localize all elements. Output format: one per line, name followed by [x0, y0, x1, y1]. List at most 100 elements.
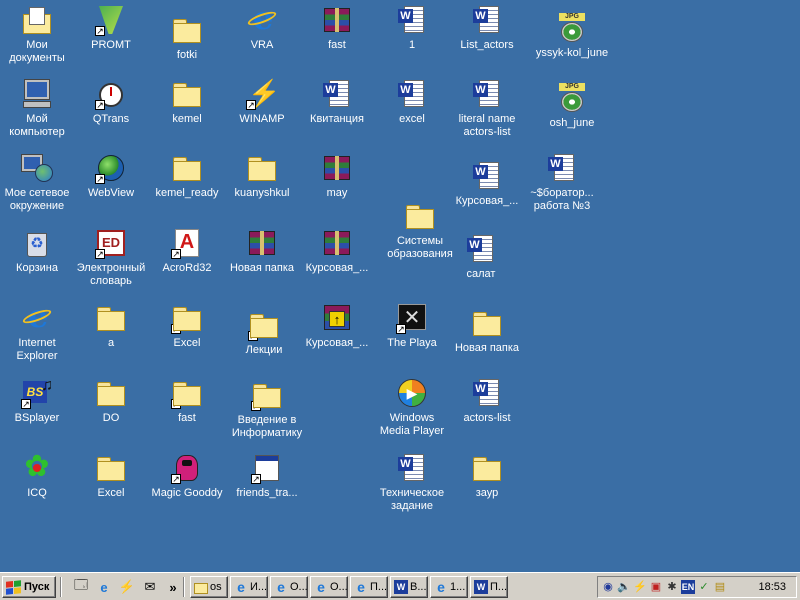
- taskbar-window-button[interactable]: e П...: [350, 576, 388, 598]
- internet-explorer-icon: e: [357, 579, 365, 595]
- internet-explorer-icon: e: [317, 579, 325, 595]
- desktop-icon[interactable]: ↗ QTrans: [73, 78, 149, 126]
- notes-icon[interactable]: ▤: [713, 580, 727, 594]
- quick-launch-outlook-icon[interactable]: ✉: [141, 578, 159, 596]
- desktop-icon[interactable]: ↗ PROMT: [73, 4, 149, 52]
- taskbar-window-button[interactable]: e О...: [310, 576, 348, 598]
- desktop-icon[interactable]: Excel: [73, 452, 149, 500]
- desktop-icon[interactable]: ↗ fast: [149, 377, 225, 425]
- desktop-icon[interactable]: Windows Media Player: [374, 377, 450, 438]
- start-button[interactable]: Пуск: [2, 576, 56, 598]
- desktop-icon[interactable]: Мой компьютер: [0, 78, 75, 139]
- desktop-icon[interactable]: kemel_ready: [149, 152, 225, 200]
- taskbar-window-button[interactable]: W П...: [470, 576, 508, 598]
- desktop-icon[interactable]: fotki: [149, 14, 225, 62]
- desktop-icon[interactable]: ↗ WebView: [73, 152, 149, 200]
- globe-icon: ↗: [95, 152, 127, 184]
- desktop-icon[interactable]: kuanyshkul: [224, 152, 300, 200]
- folder-icon: [404, 200, 436, 232]
- taskbar-window-button[interactable]: os: [190, 576, 228, 598]
- shortcut-arrow-icon: ↗: [95, 174, 105, 184]
- desktop-icon-label: VRA: [250, 39, 274, 51]
- quick-launch-internet-explorer-icon[interactable]: e: [95, 578, 113, 596]
- desktop-icon[interactable]: excel: [374, 78, 450, 126]
- word-document-icon: [471, 160, 503, 192]
- office-icon[interactable]: ▣: [649, 580, 663, 594]
- desktop-icon[interactable]: Курсовая_...: [299, 302, 375, 350]
- desktop-icon[interactable]: Новая папка: [224, 227, 300, 275]
- taskbar-window-button[interactable]: e И...: [230, 576, 268, 598]
- desktop-icon[interactable]: ↗ WINAMP: [224, 78, 300, 126]
- desktop-icon[interactable]: osh_june: [534, 82, 610, 130]
- desktop-icon[interactable]: ↗ BSplayer: [0, 377, 75, 425]
- desktop-icon-label: Техническое задание: [379, 487, 445, 512]
- desktop-icon[interactable]: 1: [374, 4, 450, 52]
- desktop-icon-label: Курсовая_...: [305, 337, 369, 349]
- desktop-icon-label: Лекции: [245, 344, 283, 356]
- desktop-icon[interactable]: ↗ Excel: [149, 302, 225, 350]
- shortcut-arrow-icon: ↗: [251, 401, 261, 411]
- desktop-icon[interactable]: literal name actors-list: [449, 78, 525, 139]
- desktop-icon[interactable]: ↗ AcroRd32: [149, 227, 225, 275]
- desktop-icon[interactable]: Корзина: [0, 227, 75, 275]
- shield-icon[interactable]: ✓: [697, 580, 711, 594]
- taskbar-window-button[interactable]: W В...: [390, 576, 428, 598]
- desktop-icon-label: The Playa: [387, 337, 437, 349]
- shortcut-arrow-icon: ↗: [251, 474, 261, 484]
- quick-launch-overflow-button[interactable]: »: [167, 578, 179, 596]
- network-tray-icon[interactable]: ◉: [601, 580, 615, 594]
- desktop-icon[interactable]: салат: [443, 233, 519, 281]
- taskbar-window-label: О...: [290, 581, 308, 593]
- desktop-icon[interactable]: VRA: [224, 4, 300, 52]
- jpg-image-icon: [556, 12, 588, 44]
- desktop-icon[interactable]: may: [299, 152, 375, 200]
- winrar-archive-icon: [321, 152, 353, 184]
- desktop-icon[interactable]: Курсовая_...: [449, 160, 525, 208]
- desktop-icon-label: kemel_ready: [155, 187, 219, 199]
- desktop-icon[interactable]: ↗ The Playa: [374, 302, 450, 350]
- desktop-icon[interactable]: ICQ: [0, 450, 75, 500]
- desktop-icon[interactable]: Новая папка: [449, 307, 525, 355]
- desktop-icon[interactable]: Мои документы: [0, 4, 75, 65]
- quick-launch-show-desktop-icon[interactable]: 🗔: [72, 577, 90, 596]
- language-indicator[interactable]: EN: [681, 580, 695, 594]
- desktop-icon[interactable]: a: [73, 302, 149, 350]
- desktop-icon[interactable]: Internet Explorer: [0, 302, 75, 363]
- clock[interactable]: 18:53: [758, 581, 786, 593]
- desktop-icon-label: Мое сетевое окружение: [4, 187, 70, 212]
- desktop-icon-label: салат: [466, 268, 496, 280]
- quick-launch-winamp-icon[interactable]: ⚡: [118, 578, 136, 596]
- desktop-icon[interactable]: ↗ Электронный словарь: [73, 227, 149, 288]
- desktop[interactable]: Мои документы ↗ PROMT fotki VRA fast 1 List_act…: [0, 0, 800, 572]
- bug-icon[interactable]: ✱: [665, 580, 679, 594]
- desktop-icon[interactable]: ↗ Введение в Информатику: [229, 379, 305, 440]
- volume-icon[interactable]: 🔈: [617, 580, 631, 594]
- desktop-icon[interactable]: ~$боратор... работа №3: [524, 152, 600, 213]
- desktop-icon[interactable]: ↗ Magic Gooddy: [149, 452, 225, 500]
- winrar-sfx-icon: [321, 302, 353, 334]
- icq-flower-icon: [21, 450, 53, 484]
- desktop-icon-label: ICQ: [27, 487, 47, 499]
- desktop-icon[interactable]: yssyk-kol_june: [534, 12, 610, 60]
- desktop-icon-label: Курсовая_...: [455, 195, 519, 207]
- folder-icon: ↗: [251, 379, 283, 411]
- taskbar-window-button[interactable]: e 1...: [430, 576, 468, 598]
- desktop-icon-label: Magic Gooddy: [151, 487, 223, 499]
- desktop-icon[interactable]: kemel: [149, 78, 225, 126]
- desktop-icon[interactable]: ↗ Лекции: [226, 309, 302, 357]
- shortcut-arrow-icon: ↗: [246, 100, 256, 110]
- desktop-icon[interactable]: DO: [73, 377, 149, 425]
- desktop-icon[interactable]: fast: [299, 4, 375, 52]
- desktop-icon[interactable]: ↗ friends_tra...: [229, 452, 305, 500]
- desktop-icon[interactable]: Техническое задание: [374, 452, 450, 513]
- desktop-icon[interactable]: actors-list: [449, 377, 525, 425]
- folder-icon: [171, 14, 203, 46]
- taskbar-window-button[interactable]: e О...: [270, 576, 308, 598]
- desktop-icon[interactable]: List_actors: [449, 4, 525, 52]
- desktop-icon[interactable]: заур: [449, 452, 525, 500]
- desktop-icon-label: QTrans: [92, 113, 130, 125]
- desktop-icon[interactable]: Курсовая_...: [299, 227, 375, 275]
- desktop-icon[interactable]: Мое сетевое окружение: [0, 152, 75, 213]
- desktop-icon[interactable]: Квитанция: [299, 78, 375, 126]
- winamp-tray-icon[interactable]: ⚡: [633, 580, 647, 594]
